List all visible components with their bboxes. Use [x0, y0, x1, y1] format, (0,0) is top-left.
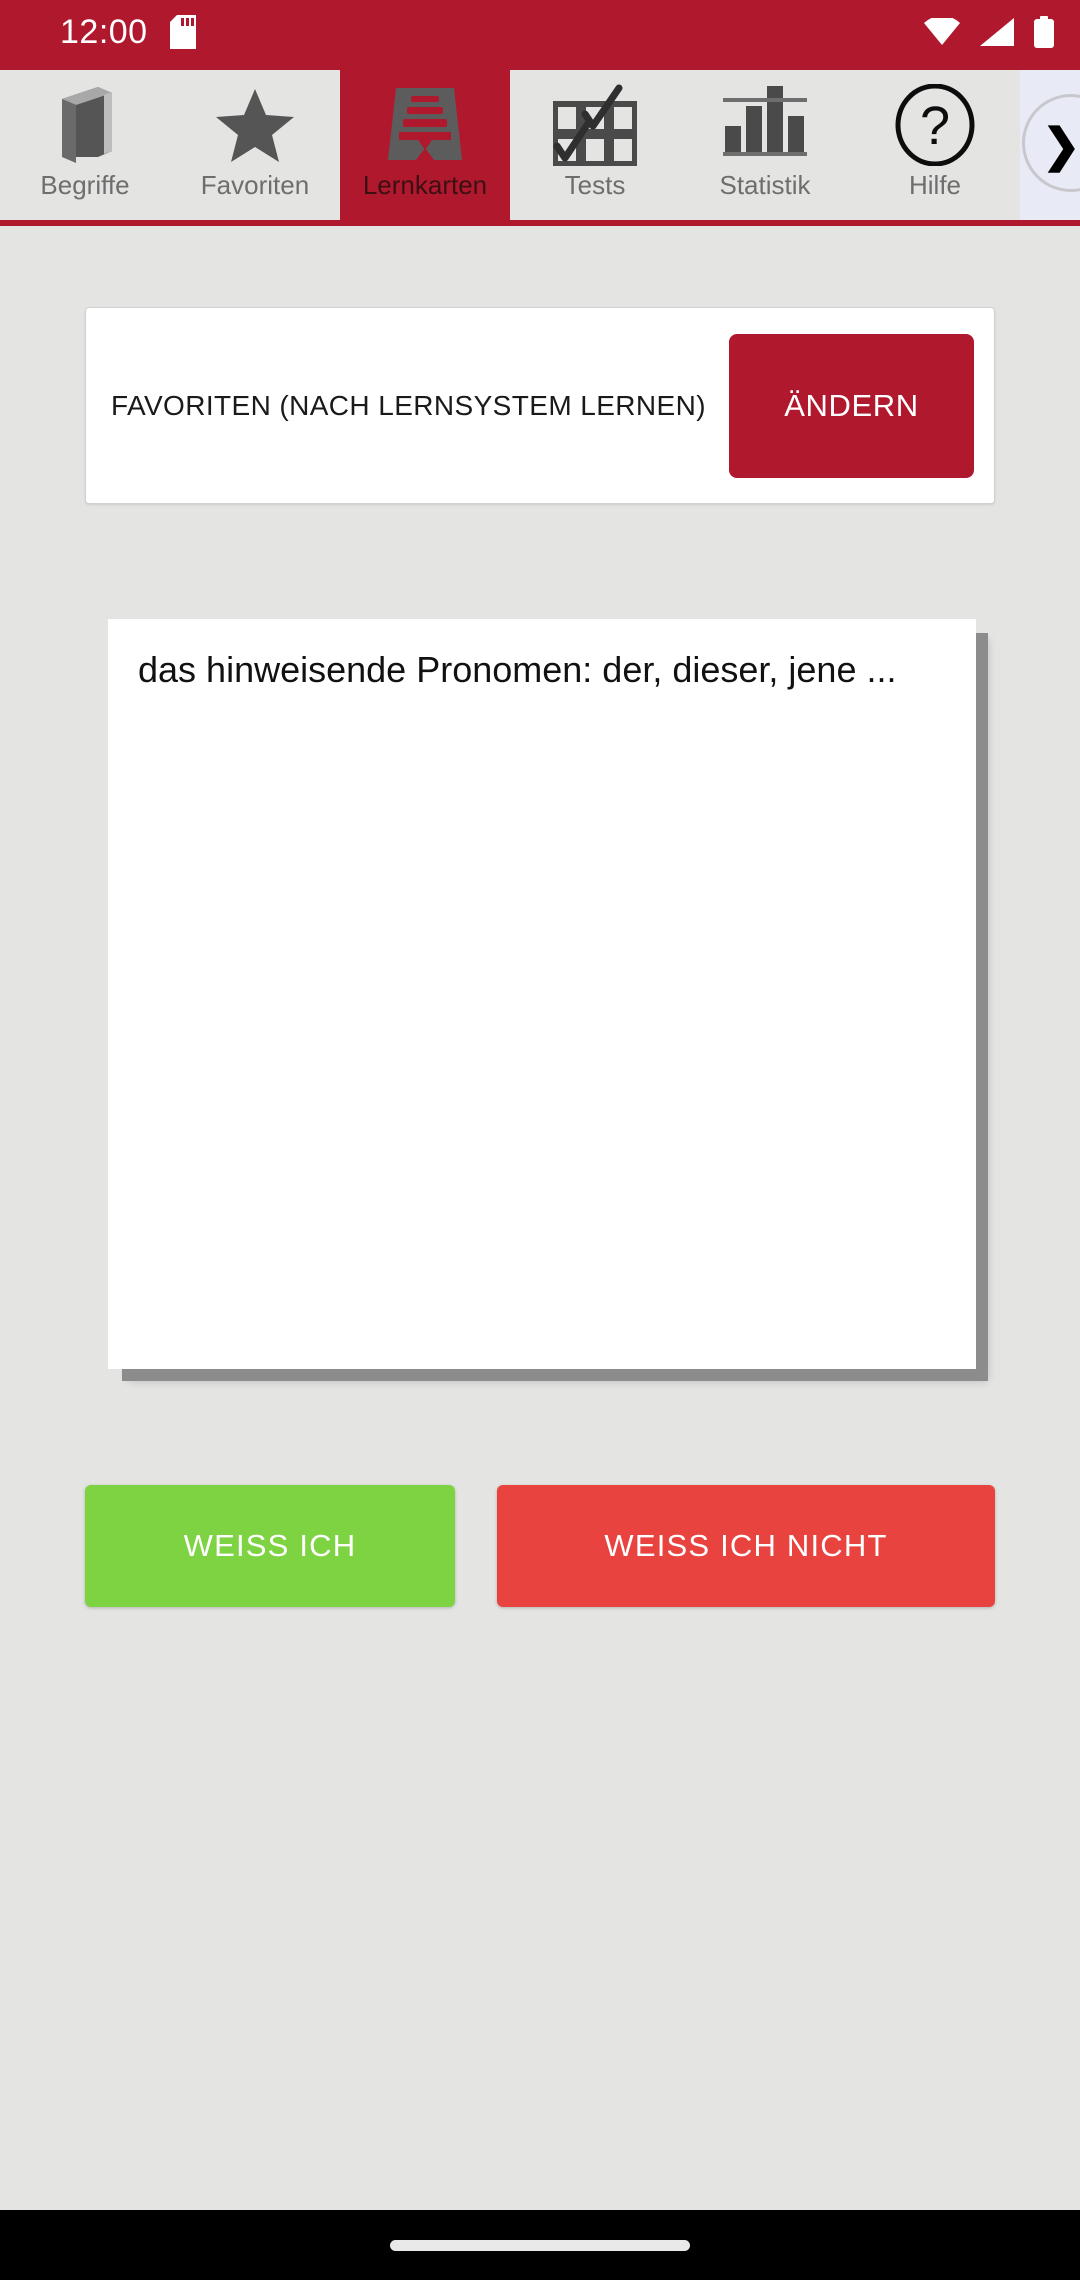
status-bar-left: 12:00 — [60, 15, 196, 49]
change-button[interactable]: ÄNDERN — [729, 333, 974, 478]
tab-label: Statistik — [719, 170, 811, 200]
cellular-signal-icon — [980, 18, 1014, 46]
battery-icon — [1034, 16, 1054, 48]
tab-begriffe[interactable]: Begriffe — [0, 70, 170, 220]
wifi-icon — [924, 18, 960, 46]
system-navigation-bar — [0, 2210, 1080, 2280]
status-bar-right — [924, 16, 1054, 48]
know-it-button[interactable]: WEISS ICH — [85, 1485, 455, 1607]
tab-statistik[interactable]: Statistik — [680, 70, 850, 220]
tab-bar-scroll-hint[interactable]: ❯ — [1020, 70, 1080, 220]
star-icon — [215, 82, 295, 168]
chevron-right-icon[interactable]: ❯ — [1042, 122, 1080, 168]
answer-button-row: WEISS ICH WEISS ICH NICHT — [0, 1485, 1080, 1607]
home-gesture-pill[interactable] — [390, 2239, 690, 2251]
page-title: FAVORITEN (NACH LERNSYSTEM LERNEN) — [111, 389, 706, 421]
tab-label: Tests — [564, 170, 626, 200]
tab-tests[interactable]: Tests — [510, 70, 680, 220]
mode-header-card: FAVORITEN (NACH LERNSYSTEM LERNEN) ÄNDER… — [85, 307, 995, 504]
tab-label: Hilfe — [908, 170, 961, 200]
book-icon — [52, 82, 118, 168]
tab-bar[interactable]: Begriffe Favoriten Lernkarten Tests Stat… — [0, 64, 1080, 226]
tab-bar-scroller[interactable]: Begriffe Favoriten Lernkarten Tests Stat… — [0, 70, 1080, 220]
flashcard[interactable]: das hinweisende Pronomen: der, dieser, j… — [108, 619, 976, 1369]
tab-label: Favoriten — [200, 170, 310, 200]
card-box-icon — [384, 82, 466, 168]
status-clock: 12:00 — [60, 13, 148, 51]
tab-favoriten[interactable]: Favoriten — [170, 70, 340, 220]
tab-label: Lernkarten — [362, 170, 488, 200]
tab-hilfe[interactable]: ? Hilfe — [850, 70, 1020, 220]
dont-know-it-button[interactable]: WEISS ICH NICHT — [497, 1485, 995, 1607]
checklist-icon — [553, 82, 637, 168]
bar-chart-icon — [723, 82, 807, 168]
sd-card-icon — [169, 15, 196, 49]
tab-lernkarten[interactable]: Lernkarten — [340, 70, 510, 220]
flashcard-text: das hinweisende Pronomen: der, dieser, j… — [138, 649, 897, 690]
question-mark-circle-icon: ? — [894, 82, 976, 168]
tab-label: Begriffe — [40, 170, 130, 200]
status-bar: 12:00 — [0, 0, 1080, 64]
svg-text:?: ? — [920, 96, 950, 156]
main-content: FAVORITEN (NACH LERNSYSTEM LERNEN) ÄNDER… — [0, 226, 1080, 2210]
